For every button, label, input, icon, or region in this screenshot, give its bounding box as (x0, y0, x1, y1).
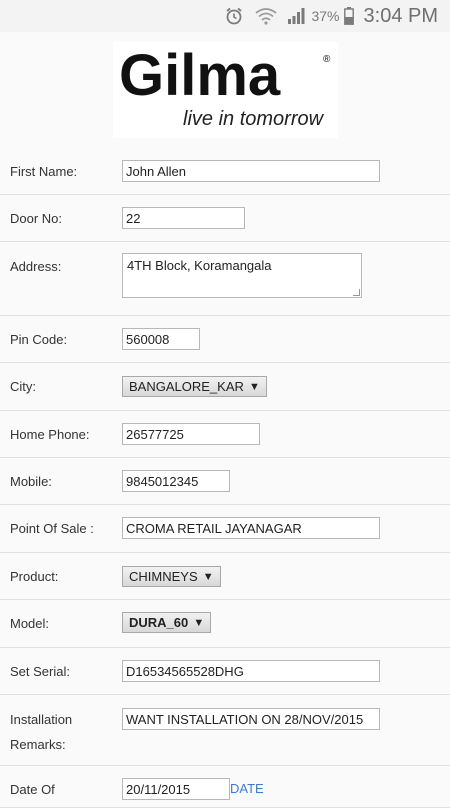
header-logo-area: Gilma ® live in tomorrow (0, 32, 450, 150)
point-of-sale-label: Point Of Sale : (10, 521, 94, 536)
model-label: Model: (10, 616, 50, 631)
city-label: City: (10, 379, 36, 394)
door-no-label: Door No: (10, 211, 63, 226)
address-textarea[interactable]: 4TH Block, Koramangala (122, 253, 362, 298)
chevron-down-icon: ▼ (193, 617, 205, 629)
point-of-sale-input[interactable]: CROMA RETAIL JAYANAGAR (122, 517, 380, 539)
product-label: Product: (10, 569, 59, 584)
remarks-label: Remarks: (10, 737, 66, 752)
model-selected-value: DURA_60 (129, 615, 189, 630)
brand-name: Gilma (119, 43, 281, 108)
row-product: Product: CHIMNEYS ▼ (0, 553, 450, 600)
pin-code-label: Pin Code: (10, 332, 68, 347)
row-installation-remarks: Installation Remarks: WANT INSTALLATION … (0, 695, 450, 766)
chevron-down-icon: ▼ (202, 571, 214, 583)
row-door-no: Door No: 22 (0, 195, 450, 242)
row-set-serial: Set Serial: D16534565528DHG (0, 648, 450, 695)
brand-logo: Gilma ® live in tomorrow (113, 42, 338, 138)
registered-mark: ® (323, 54, 331, 65)
clock: 3:04 PM (363, 4, 438, 27)
mobile-input[interactable]: 9845012345 (122, 470, 230, 492)
date-picker-button[interactable]: DATE (230, 778, 264, 800)
resize-grip-icon[interactable] (353, 289, 360, 296)
row-first-name: First Name: John Allen (0, 149, 450, 195)
set-serial-input[interactable]: D16534565528DHG (122, 660, 380, 682)
installation-remarks-input[interactable]: WANT INSTALLATION ON 28/NOV/2015 (122, 708, 380, 730)
wifi-icon (255, 7, 278, 25)
city-selected-value: BANGALORE_KAR (129, 379, 244, 394)
signal-icon (287, 8, 305, 24)
date-of-input[interactable]: 20/11/2015 (122, 778, 230, 800)
alarm-icon (225, 7, 243, 25)
row-model: Model: DURA_60 ▼ (0, 600, 450, 648)
chevron-down-icon: ▼ (248, 381, 260, 393)
address-label: Address: (10, 259, 62, 274)
address-value: 4TH Block, Koramangala (127, 258, 272, 273)
model-select[interactable]: DURA_60 ▼ (122, 612, 212, 633)
row-date-of: Date Of 20/11/2015 DATE (0, 766, 450, 808)
first-name-label: First Name: (10, 164, 78, 179)
row-mobile: Mobile: 9845012345 (0, 458, 450, 505)
row-home-phone: Home Phone: 26577725 (0, 411, 450, 458)
door-no-input[interactable]: 22 (122, 207, 245, 229)
date-of-label: Date Of (10, 782, 55, 797)
battery-percent: 37% (311, 8, 340, 24)
first-name-input[interactable]: John Allen (122, 160, 380, 182)
registration-form: First Name: John Allen Door No: 22 Addre… (0, 149, 450, 808)
pin-code-input[interactable]: 560008 (122, 328, 200, 350)
mobile-label: Mobile: (10, 474, 52, 489)
home-phone-input[interactable]: 26577725 (122, 423, 260, 445)
installation-label: Installation (10, 712, 73, 727)
row-address: Address: 4TH Block, Koramangala (0, 242, 450, 316)
status-bar: 37% 3:04 PM (0, 0, 450, 32)
row-pin-code: Pin Code: 560008 (0, 316, 450, 363)
home-phone-label: Home Phone: (10, 427, 90, 442)
brand-tagline: live in tomorrow (183, 108, 324, 130)
product-select[interactable]: CHIMNEYS ▼ (122, 566, 221, 587)
row-point-of-sale: Point Of Sale : CROMA RETAIL JAYANAGAR (0, 505, 450, 553)
battery-icon (343, 7, 354, 25)
set-serial-label: Set Serial: (10, 664, 70, 679)
row-city: City: BANGALORE_KAR ▼ (0, 363, 450, 411)
city-select[interactable]: BANGALORE_KAR ▼ (122, 376, 267, 397)
product-selected-value: CHIMNEYS (129, 569, 198, 584)
